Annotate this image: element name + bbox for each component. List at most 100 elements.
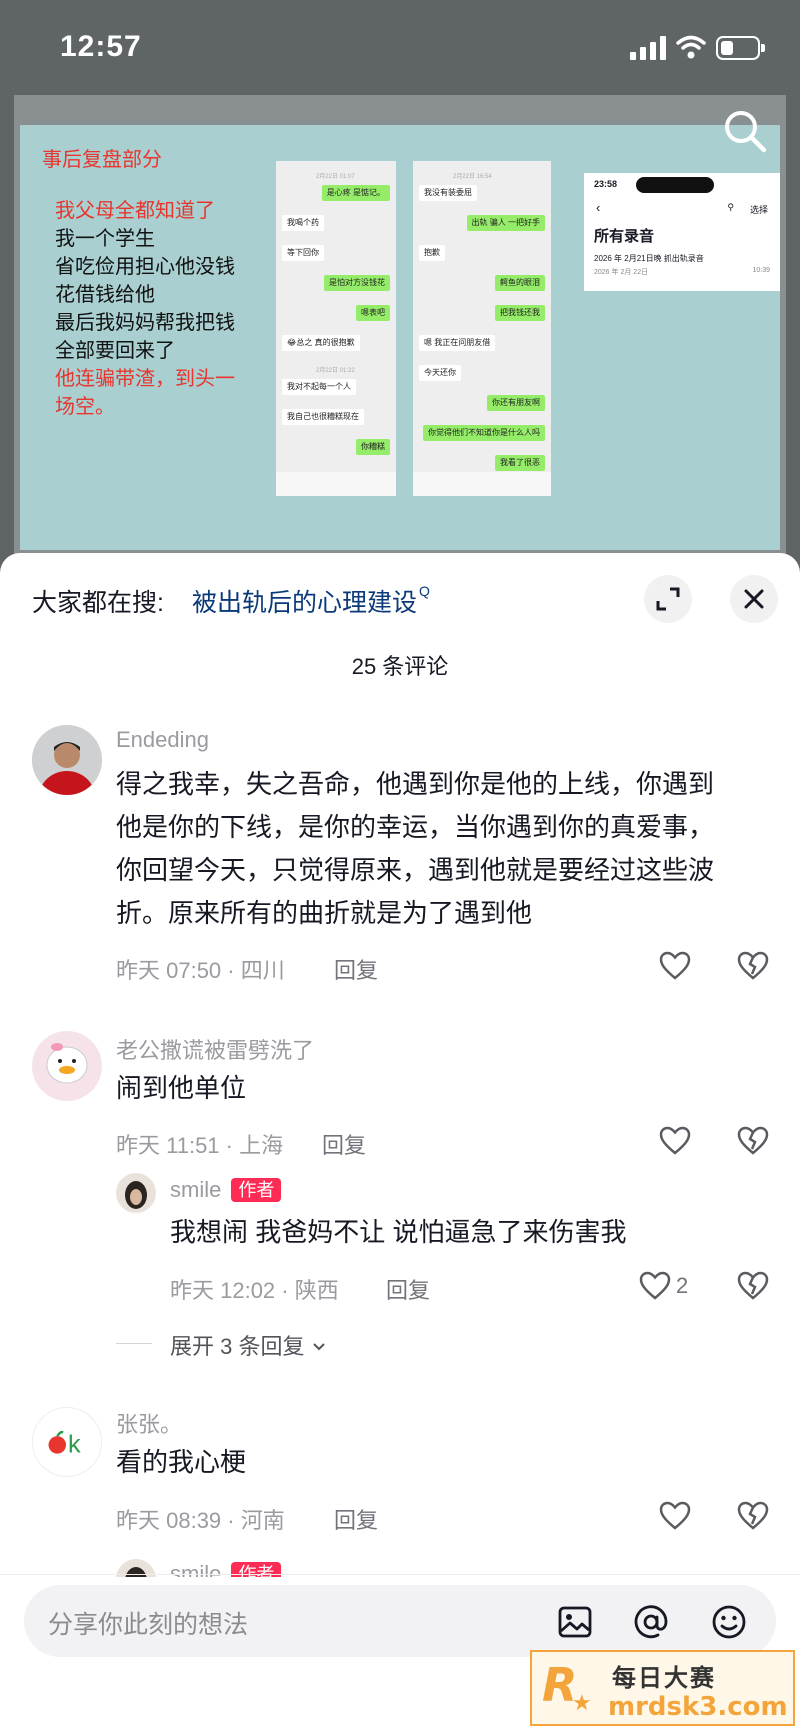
chat-input-bar: [276, 472, 396, 496]
comment-text: 他是你的下线，是你的幸运，当你遇到你的真爱事，: [116, 812, 715, 842]
recording-name: 2026 年 2月21日晚 抓出轨录音: [594, 254, 704, 263]
video-slide: 事后复盘部分 我父母全都知道了 我一个学生 省吃俭用担心他没钱 花借钱给他 最后我妈妈帮…: [20, 125, 780, 550]
heart-icon[interactable]: [658, 1124, 692, 1158]
comment-meta: 昨天 07:50 · 四川: [116, 958, 285, 983]
at-mention-icon[interactable]: [632, 1603, 670, 1641]
chat-bubble: 我喝个药: [282, 215, 324, 231]
expand-button[interactable]: [644, 575, 692, 623]
search-small-icon: ⚲: [727, 202, 734, 212]
avatar[interactable]: [32, 725, 102, 795]
avatar-image: k: [48, 1431, 81, 1459]
chat-screenshot-1: 2月22日 01:07 是心疼 是惦记。 我喝个药 等下回你 是怕对方没钱花 嗯表吧 😂总之…: [276, 161, 396, 496]
emoji-icon[interactable]: [710, 1603, 748, 1641]
avatar-image: [32, 725, 102, 795]
chat-bubble: 我对不起每一个人: [282, 379, 356, 395]
chat-bubble: 嗯 我正在问朋友借: [419, 335, 496, 351]
comment-meta: 昨天 08:39 · 河南: [116, 1508, 285, 1533]
chat-timestamp: 2月22日 01:07: [316, 174, 355, 180]
comment-text: 看的我心梗: [116, 1447, 247, 1477]
signal-icon: [630, 36, 666, 60]
reply-button[interactable]: 回复: [386, 1273, 430, 1305]
comment-input-placeholder[interactable]: 分享你此刻的想法: [48, 1605, 248, 1641]
search-icon[interactable]: [722, 108, 768, 154]
slide-line: 他连骗带渣，到头一: [55, 368, 235, 390]
heart-icon[interactable]: [658, 1499, 692, 1533]
battery-icon: [716, 36, 765, 60]
chat-bubble: 你还有朋友啊: [487, 395, 545, 411]
heart-icon[interactable]: [638, 1269, 672, 1303]
comment-sheet: 大家都在搜: 被出轨后的心理建设 Q 25 条评论 Endeding 得之我幸，失…: [0, 553, 800, 1731]
chat-bubble: 你觉得他们不知道你是什么人吗: [423, 425, 545, 441]
comment-username[interactable]: 老公撒谎被雷劈洗了: [116, 1033, 314, 1065]
chat-bubble: 是心疼 是惦记。: [321, 185, 390, 201]
trending-search-link[interactable]: 被出轨后的心理建设 Q: [192, 583, 430, 619]
slide-line: 省吃俭用担心他没钱: [55, 256, 235, 278]
reply-button[interactable]: 回复: [334, 1503, 378, 1535]
reply-avatar[interactable]: [116, 1173, 156, 1213]
comment-input[interactable]: 分享你此刻的想法: [24, 1585, 776, 1657]
author-badge: 作者: [231, 1178, 282, 1202]
reply-username[interactable]: smile 作者: [170, 1177, 282, 1203]
wifi-icon: [676, 35, 706, 59]
chat-bubble: 把我钱还我: [495, 305, 545, 321]
chat-bubble: 我看了很恶: [495, 455, 545, 471]
heart-icon[interactable]: [658, 949, 692, 983]
close-icon: [744, 589, 764, 609]
comment-text: 闹到他单位: [116, 1073, 247, 1103]
slide-line: 最后我妈妈帮我把钱: [55, 312, 235, 334]
reply-button[interactable]: 回复: [322, 1128, 366, 1160]
slide-line: 我父母全都知道了: [55, 200, 215, 222]
watermark-url: mrdsk3.com: [608, 1692, 788, 1722]
chat-bubble: 是怕对方没钱花: [324, 275, 390, 291]
trending-search-prefix: 大家都在搜:: [32, 589, 164, 617]
select-label: 选择: [749, 205, 768, 215]
broken-heart-icon[interactable]: [736, 1269, 770, 1303]
avatar-letter: k: [68, 1431, 81, 1459]
video-area[interactable]: 12:57 事后复盘部分 我父母全都知道了 我一个学生 省吃俭用担心他没钱 花借钱给他…: [0, 0, 800, 600]
avatar[interactable]: [32, 1031, 102, 1101]
slide-line: 场空。: [55, 396, 115, 418]
reply-button[interactable]: 回复: [334, 953, 378, 985]
chat-bubble: 嗯表吧: [356, 305, 390, 321]
reply-username-text[interactable]: smile: [170, 1177, 221, 1202]
chat-bubble: 抱歉: [419, 245, 445, 261]
comment-username[interactable]: Endeding: [116, 727, 209, 753]
expand-replies-label[interactable]: 展开 3 条回复: [170, 1334, 304, 1359]
broken-heart-icon[interactable]: [736, 949, 770, 983]
recording-duration: 10:39: [752, 267, 770, 274]
chat-screenshot-2: 2月22日 16:54 我没有装委屈 出轨 骗人 一把好手 抱歉 鳄鱼的眼泪 把我钱还我嗯…: [413, 161, 551, 496]
back-chevron-icon: ‹: [596, 200, 601, 215]
chat-timestamp: 2月22日 16:54: [453, 174, 492, 180]
chat-bubble: 出轨 骗人 一把好手: [466, 215, 545, 231]
comment-text: 得之我幸，失之吾命，他遇到你是他的上线，你遇到: [116, 769, 715, 799]
watermark-star-icon: ★: [572, 1690, 592, 1715]
expand-replies-button[interactable]: 展开 3 条回复: [170, 1329, 327, 1361]
comment-text: 你回望今天，只觉得原来，遇到他就是要经过这些波: [116, 855, 715, 885]
chat-bubble: 😂总之 真的很抱歉: [282, 335, 360, 351]
slide-line: 全部要回来了: [55, 340, 175, 362]
close-button[interactable]: [730, 575, 778, 623]
chat-bubble: 鳄鱼的眼泪: [495, 275, 545, 291]
broken-heart-icon[interactable]: [736, 1124, 770, 1158]
clock: 12:57: [60, 30, 142, 63]
phone-time: 23:58: [594, 179, 618, 189]
dynamic-island: [636, 177, 714, 193]
slide-text: 我父母全都知道了 我一个学生 省吃俭用担心他没钱 花借钱给他 最后我妈妈帮我把钱 全部要回…: [55, 197, 285, 421]
comment-count: 25 条评论: [351, 654, 449, 679]
chevron-down-icon: [312, 1343, 325, 1351]
avatar-image: [32, 1031, 102, 1101]
chat-bubble: 你糟糕: [356, 439, 390, 455]
avatar-image: [116, 1173, 156, 1213]
chat-timestamp: 2月22日 01:22: [316, 368, 355, 374]
trending-search-term[interactable]: 被出轨后的心理建设: [192, 589, 417, 617]
comment-username[interactable]: 张张。: [116, 1407, 182, 1439]
recordings-title: 所有录音: [594, 228, 655, 245]
image-icon[interactable]: [556, 1603, 594, 1641]
recording-date: 2026 年 2月 22日: [594, 269, 649, 276]
broken-heart-icon[interactable]: [736, 1499, 770, 1533]
input-divider: [0, 1574, 800, 1575]
comment-meta: 昨天 11:51 · 上海: [116, 1133, 284, 1158]
recordings-screenshot: 23:58 ‹ ⚲ 选择 所有录音 2026 年 2月21日晚 抓出轨录音 20…: [584, 173, 780, 291]
avatar[interactable]: k: [32, 1407, 102, 1477]
reply-meta: 昨天 12:02 · 陕西: [170, 1278, 339, 1303]
